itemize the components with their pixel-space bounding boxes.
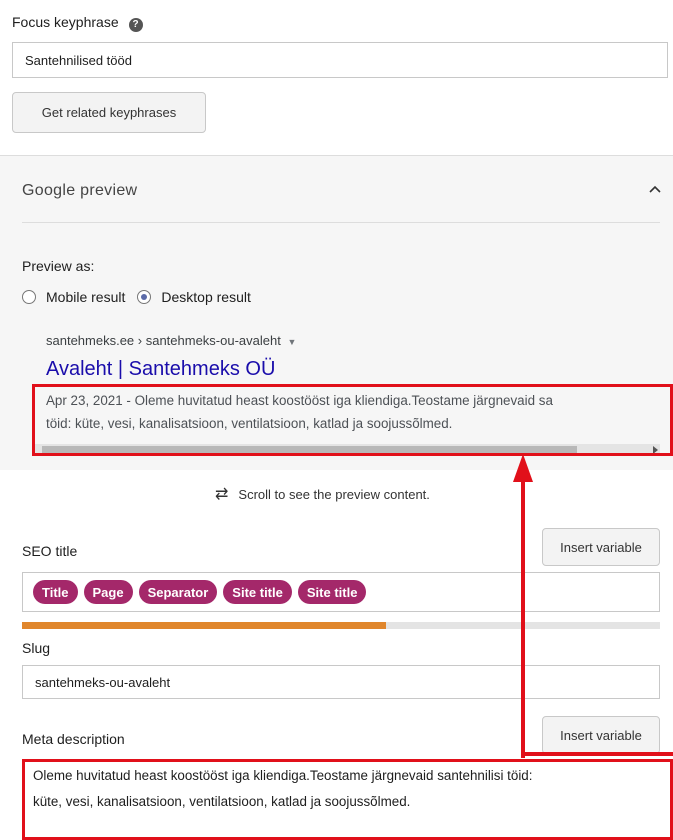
swap-arrows-icon: ⇄: [215, 486, 229, 503]
meta-description-label: Meta description: [22, 731, 125, 747]
seo-title-label: SEO title: [22, 543, 78, 559]
variable-pill[interactable]: Separator: [138, 580, 218, 604]
result-title[interactable]: Avaleht | Santehmeks OÜ: [46, 358, 275, 381]
focus-keyphrase-label-text: Focus keyphrase: [12, 14, 119, 30]
focus-keyphrase-label: Focus keyphrase ?: [12, 14, 143, 32]
mobile-result-radio[interactable]: [22, 290, 36, 304]
focus-keyphrase-value: Santehnilised tööd: [25, 52, 132, 68]
result-breadcrumb: santehmeks.ee › santehmeks-ou-avaleht ▼: [46, 333, 296, 348]
chevron-up-icon[interactable]: [644, 178, 666, 200]
focus-keyphrase-input[interactable]: Santehnilised tööd: [12, 42, 668, 78]
help-icon[interactable]: ?: [128, 18, 143, 32]
variable-pill[interactable]: Site title: [297, 580, 367, 604]
result-breadcrumb-text: santehmeks.ee › santehmeks-ou-avaleht: [46, 333, 281, 348]
divider: [22, 222, 660, 223]
scroll-hint-text: Scroll to see the preview content.: [238, 486, 430, 502]
progress-fill: [22, 622, 386, 629]
divider: [0, 155, 673, 156]
meta-description-highlight-box: [22, 759, 673, 840]
desktop-result-radio[interactable]: [137, 290, 152, 304]
scroll-hint: ⇄ Scroll to see the preview content.: [215, 484, 430, 504]
mobile-result-label: Mobile result: [46, 289, 126, 305]
google-preview-title: Google preview: [22, 182, 138, 199]
annotation-arrow: [513, 454, 673, 758]
desktop-result-label: Desktop result: [161, 289, 251, 305]
slug-value: santehmeks-ou-avaleht: [35, 674, 171, 690]
variable-pill[interactable]: Site title: [223, 580, 292, 604]
preview-as-label: Preview as:: [22, 258, 95, 274]
caret-down-icon: ▼: [287, 337, 297, 347]
snippet-highlight-box: [32, 384, 673, 456]
get-related-keyphrases-button[interactable]: Get related keyphrases: [12, 92, 206, 133]
variable-pill[interactable]: Page: [83, 580, 133, 604]
preview-mode-group: Mobile result Desktop result: [22, 289, 251, 305]
variable-pill[interactable]: Title: [33, 580, 78, 604]
slug-label: Slug: [22, 640, 51, 656]
